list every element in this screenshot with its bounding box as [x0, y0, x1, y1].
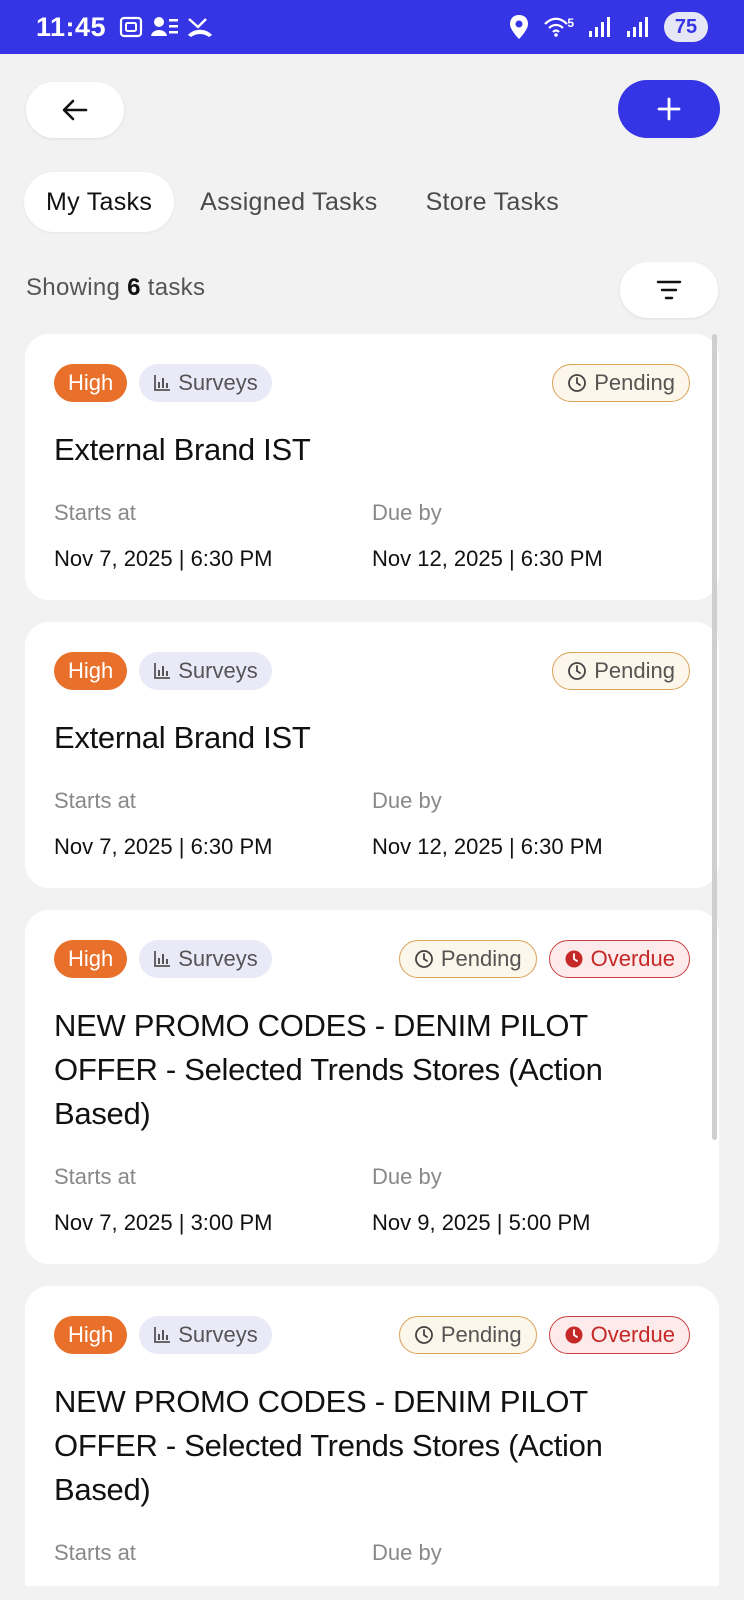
task-list: High Surveys Pending External Brand IST … [25, 334, 719, 1600]
overdue-badge: Overdue [548, 1316, 690, 1354]
list-scrollbar[interactable] [712, 334, 717, 1140]
priority-badge: High [54, 940, 128, 978]
status-badge: Pending [552, 652, 690, 690]
task-title: External Brand IST [54, 432, 311, 467]
task-card[interactable]: High Surveys Pending Overdue NEW PROMO C… [25, 1286, 719, 1586]
category-badge: Surveys [139, 940, 272, 978]
task-title: External Brand IST [54, 720, 311, 755]
task-title: NEW PROMO CODES - DENIM PILOT OFFER - Se… [54, 1384, 603, 1507]
starts-label: Starts at [54, 500, 136, 525]
starts-value: Nov 7, 2025 | 3:00 PM [54, 1210, 273, 1235]
category-label: Surveys [178, 658, 258, 683]
status-label: Pending [440, 946, 522, 971]
summary-suffix: tasks [147, 274, 206, 301]
category-label: Surveys [178, 946, 258, 971]
category-label: Surveys [178, 370, 258, 395]
bar-chart-icon [154, 951, 171, 967]
bar-chart-icon [154, 375, 171, 391]
status-label: Pending [594, 370, 675, 395]
status-badge: Pending [398, 1316, 537, 1354]
tab-store-tasks[interactable]: Store Tasks [404, 172, 581, 232]
due-value: Nov 9, 2025 | 5:00 PM [372, 1210, 591, 1235]
clock-icon [568, 662, 587, 680]
screenshot-icon [119, 16, 143, 38]
priority-badge: High [54, 652, 128, 690]
priority-badge: High [54, 1316, 128, 1354]
due-label: Due by [372, 1540, 442, 1565]
contact-card-icon [151, 17, 179, 36]
starts-value: Nov 7, 2025 | 6:30 PM [54, 546, 273, 571]
overdue-label: Overdue [590, 946, 675, 971]
clock-icon [414, 950, 433, 968]
due-label: Due by [372, 788, 442, 813]
tab-my-tasks[interactable]: My Tasks [24, 172, 175, 232]
missed-call-icon [188, 18, 213, 37]
status-bar: 11:45 5 75 [0, 0, 744, 54]
status-badge: Pending [398, 940, 537, 978]
category-badge: Surveys [139, 652, 272, 690]
location-icon [510, 15, 529, 39]
status-label: Pending [594, 658, 675, 683]
starts-label: Starts at [54, 1540, 136, 1565]
clock-icon [568, 374, 587, 392]
wifi-icon [544, 17, 569, 37]
category-label: Surveys [178, 1322, 258, 1347]
status-badge: Pending [552, 364, 690, 402]
plus-icon [657, 97, 681, 121]
signal-icon-2 [627, 17, 648, 37]
network-type-label: 5 [567, 16, 574, 30]
task-count-summary: Showing 6 tasks [26, 274, 205, 302]
due-value: Nov 12, 2025 | 6:30 PM [372, 546, 603, 571]
tab-assigned-tasks[interactable]: Assigned Tasks [178, 172, 399, 232]
due-label: Due by [372, 500, 442, 525]
status-time: 11:45 [36, 11, 107, 42]
task-tabs: My Tasks Assigned Tasks Store Tasks [24, 172, 581, 232]
starts-value: Nov 7, 2025 | 6:30 PM [54, 834, 273, 859]
status-label: Pending [440, 1322, 522, 1347]
bar-chart-icon [154, 1327, 171, 1343]
category-badge: Surveys [139, 364, 272, 402]
signal-icon [589, 17, 610, 37]
due-label: Due by [372, 1164, 442, 1189]
arrow-left-icon [62, 99, 88, 121]
overdue-label: Overdue [590, 1322, 675, 1347]
due-value: Nov 12, 2025 | 6:30 PM [372, 834, 603, 859]
filter-button[interactable] [620, 262, 718, 318]
starts-label: Starts at [54, 788, 136, 813]
bar-chart-icon [154, 663, 171, 679]
add-task-button[interactable] [618, 80, 720, 138]
overdue-badge: Overdue [548, 940, 690, 978]
overdue-clock-icon [565, 950, 583, 968]
task-card[interactable]: High Surveys Pending External Brand IST … [25, 622, 719, 888]
category-badge: Surveys [139, 1316, 272, 1354]
task-card[interactable]: High Surveys Pending Overdue NEW PROMO C… [25, 910, 719, 1264]
task-card[interactable]: High Surveys Pending External Brand IST … [25, 334, 719, 600]
summary-count: 6 [127, 274, 141, 301]
filter-icon [656, 280, 682, 300]
task-title: NEW PROMO CODES - DENIM PILOT OFFER - Se… [54, 1008, 603, 1131]
summary-prefix: Showing [26, 274, 121, 301]
overdue-clock-icon [565, 1326, 583, 1344]
battery-indicator: 75 [664, 12, 708, 42]
starts-label: Starts at [54, 1164, 136, 1189]
priority-badge: High [54, 364, 128, 402]
back-button[interactable] [26, 82, 124, 138]
clock-icon [414, 1326, 433, 1344]
